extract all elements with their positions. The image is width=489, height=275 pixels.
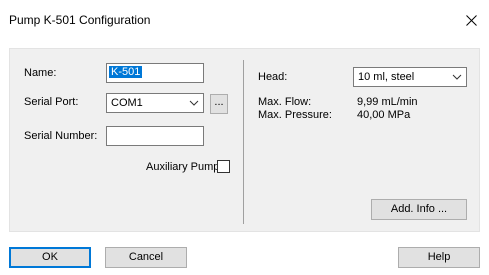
add-info-button[interactable]: Add. Info ... xyxy=(371,199,467,220)
auxiliary-pump-checkbox[interactable] xyxy=(217,160,230,173)
serial-port-value: COM1 xyxy=(111,97,143,109)
max-pressure-value: 40,00 MPa xyxy=(357,109,411,121)
max-flow-label: Max. Flow: xyxy=(258,96,312,108)
serial-port-select[interactable]: COM1 xyxy=(106,93,204,113)
chevron-down-icon xyxy=(189,100,199,106)
auxiliary-pump-label: Auxiliary Pump xyxy=(146,161,220,173)
serial-number-field[interactable] xyxy=(106,126,204,146)
name-label: Name: xyxy=(24,67,57,79)
column-divider xyxy=(243,60,244,224)
max-flow-value: 9,99 mL/min xyxy=(357,96,418,108)
help-button[interactable]: Help xyxy=(398,247,480,268)
title-bar: Pump K-501 Configuration xyxy=(0,0,489,40)
name-field[interactable]: K-501 xyxy=(106,63,204,83)
window-title: Pump K-501 Configuration xyxy=(9,13,151,27)
name-value: K-501 xyxy=(109,66,143,78)
cancel-button[interactable]: Cancel xyxy=(105,247,187,268)
ok-button[interactable]: OK xyxy=(9,247,91,268)
close-button[interactable] xyxy=(453,0,489,40)
chevron-down-icon xyxy=(452,74,462,80)
close-icon xyxy=(465,14,477,26)
head-select[interactable]: 10 ml, steel xyxy=(353,67,467,87)
head-label: Head: xyxy=(258,71,288,83)
serial-number-label: Serial Number: xyxy=(24,130,98,142)
serial-port-label: Serial Port: xyxy=(24,96,79,108)
serial-port-browse-button[interactable]: ... xyxy=(210,94,228,114)
max-pressure-label: Max. Pressure: xyxy=(258,109,332,121)
head-value: 10 ml, steel xyxy=(358,71,415,83)
pump-configuration-dialog: Pump K-501 Configuration Name: K-501 Ser… xyxy=(0,0,489,275)
